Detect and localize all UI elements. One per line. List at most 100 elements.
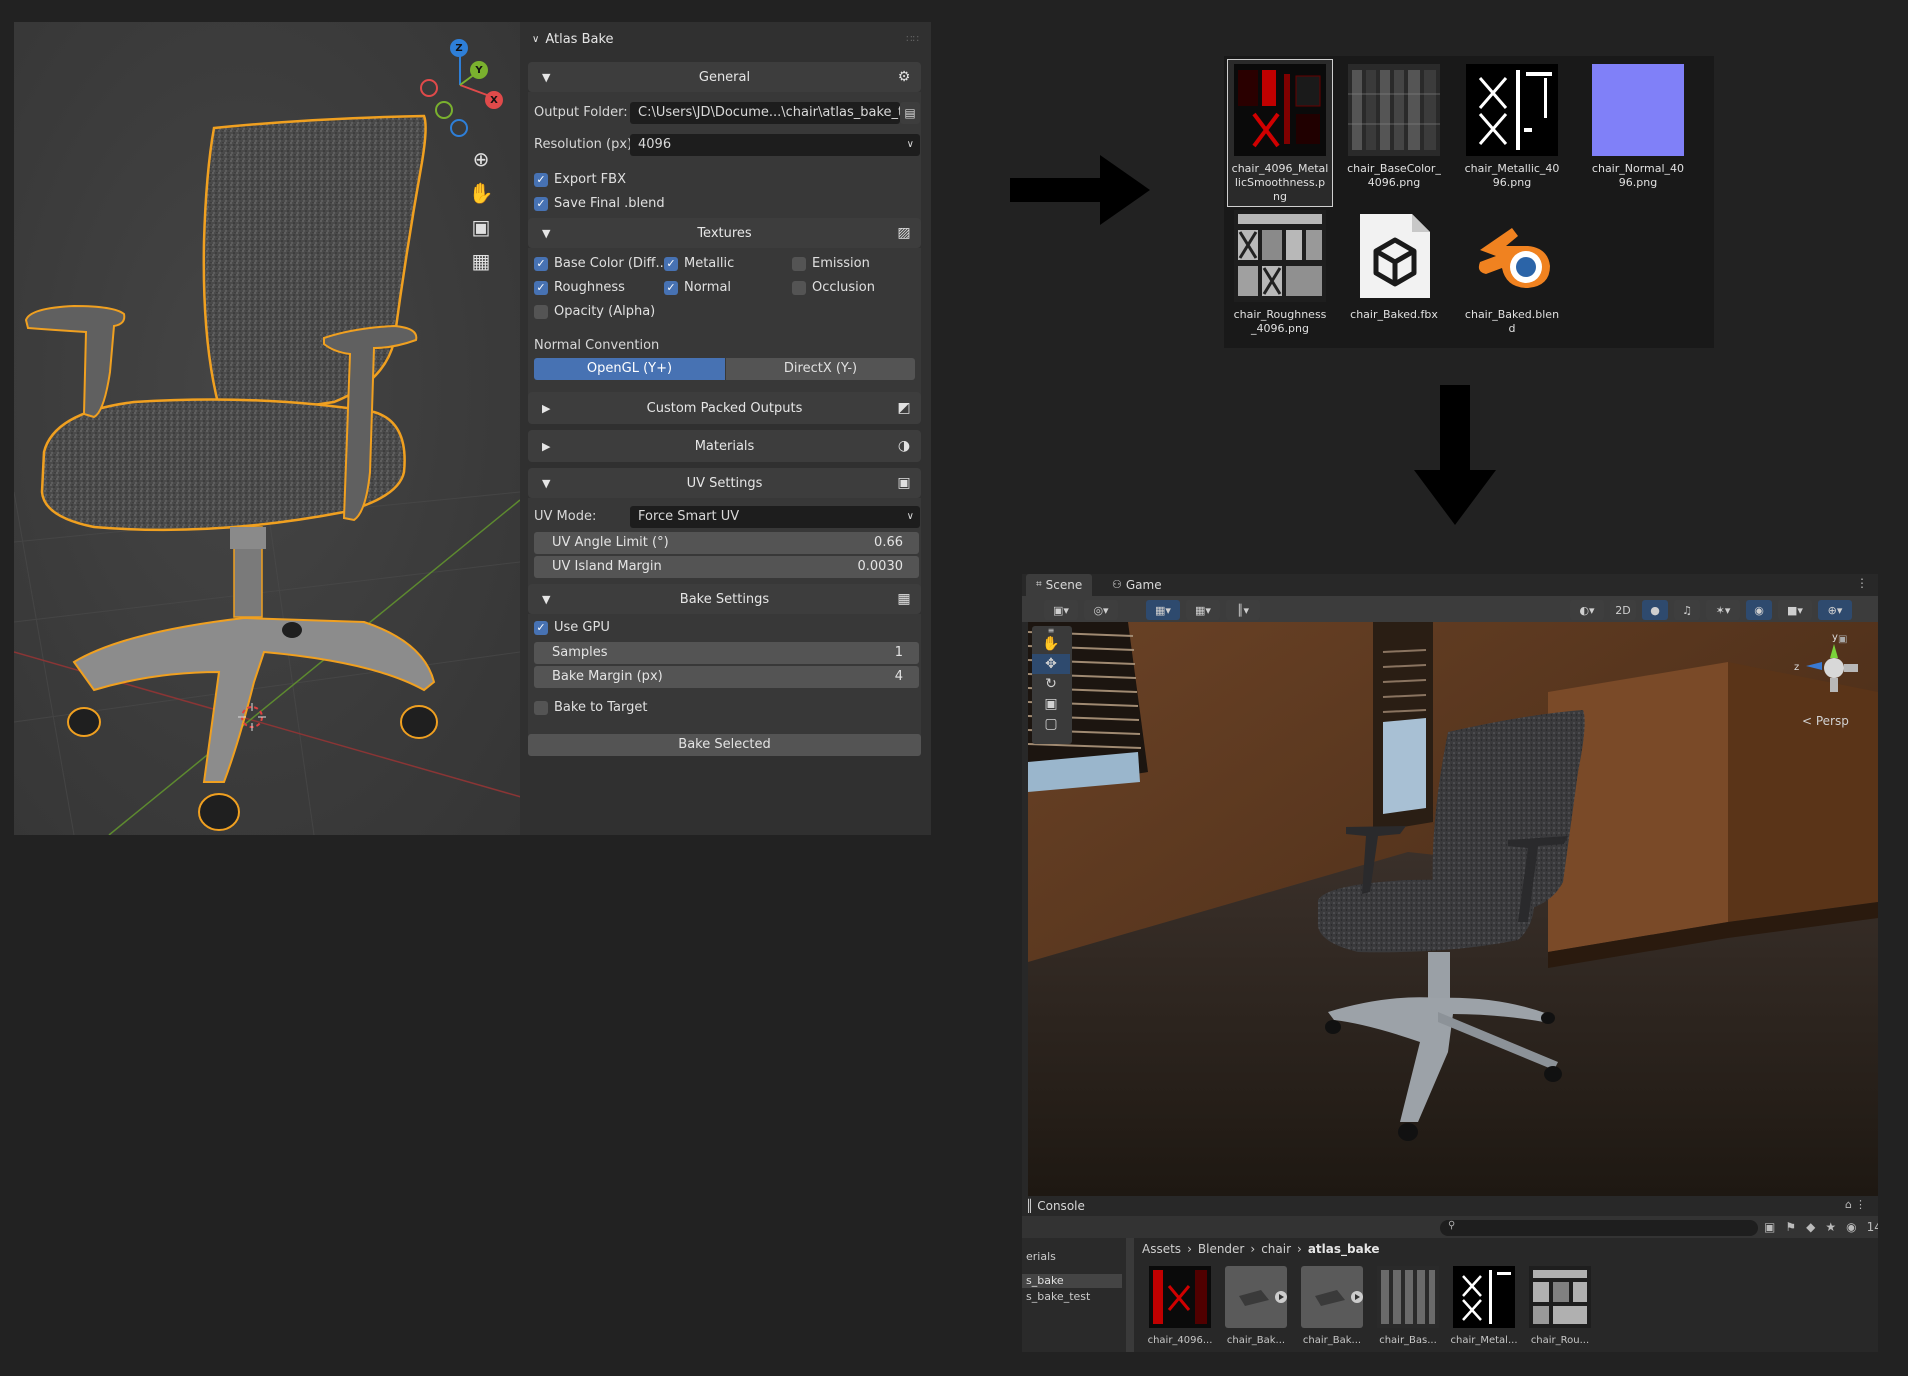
tree-item-materials[interactable]: erials [1026, 1250, 1056, 1263]
lock-icon[interactable]: ▣ [1838, 634, 1847, 645]
asset-item[interactable]: chair_Metal... [1448, 1266, 1520, 1346]
breadcrumb-item[interactable]: Assets [1142, 1242, 1181, 1256]
bake-settings-header[interactable]: ▼ Bake Settings ▦ [528, 584, 921, 614]
emission-checkbox[interactable]: Emission [792, 256, 870, 271]
uv-mode-dropdown[interactable]: Force Smart UV ∨ [630, 506, 920, 528]
textures-section-header[interactable]: ▼ Textures ▨ [528, 218, 921, 248]
file-item[interactable]: chair_BaseColor_ 4096.png [1342, 60, 1446, 206]
asset-item[interactable]: chair_Rou... [1524, 1266, 1596, 1346]
grid-toggle-icon[interactable]: ▦▾ [1186, 600, 1220, 620]
label-icon[interactable]: ◆ [1806, 1220, 1815, 1234]
opengl-toggle[interactable]: OpenGL (Y+) [534, 358, 725, 380]
hand-pan-icon[interactable]: ✋ [466, 178, 496, 208]
export-fbx-checkbox[interactable]: ✓ Export FBX [534, 172, 626, 187]
directx-toggle[interactable]: DirectX (Y-) [726, 358, 915, 380]
output-folder-field[interactable]: C:\Users\JD\Docume...\chair\atlas_bake_t… [630, 102, 900, 124]
opacity-checkbox[interactable]: Opacity (Alpha) [534, 304, 655, 319]
breadcrumb-item[interactable]: atlas_bake [1308, 1242, 1380, 1256]
lock-icon[interactable]: ⌂ [1845, 1198, 1852, 1211]
uv-island-margin-slider[interactable]: UV Island Margin 0.0030 [534, 556, 919, 578]
gizmo-y-axis[interactable]: Y [470, 61, 488, 79]
asset-item[interactable]: chair_Bas... [1372, 1266, 1444, 1346]
uv-icon[interactable]: ▣ [895, 474, 913, 492]
material-sphere-icon[interactable]: ◑ [895, 437, 913, 455]
navigation-gizmo[interactable]: Z Y X [409, 37, 504, 137]
file-item[interactable]: chair_Baked.blen d [1460, 206, 1564, 344]
asset-item[interactable]: chair_Bak... [1296, 1266, 1368, 1346]
grid-snap-icon[interactable]: ▦▾ [1146, 600, 1180, 620]
zoom-icon[interactable]: ⊕ [466, 144, 496, 174]
bake-icon[interactable]: ▦ [895, 590, 913, 608]
gizmos-icon[interactable]: ⊕▾ [1818, 600, 1852, 620]
gizmo-neg-y[interactable] [435, 101, 453, 119]
effects-icon[interactable]: ✶▾ [1706, 600, 1740, 620]
star-icon[interactable]: ★ [1825, 1220, 1836, 1234]
metallic-checkbox[interactable]: ✓ Metallic [664, 256, 734, 271]
2d-toggle-button[interactable]: 2D [1610, 600, 1636, 620]
unity-scene-view[interactable]: ≡ ✋ ✥ ↻ ▣ ▢ y z ▣ < Persp [1028, 622, 1878, 1196]
move-tool-icon[interactable]: ✥ [1032, 654, 1070, 674]
base-color-checkbox[interactable]: ✓ Base Color (Diff... [534, 256, 668, 271]
palette-drag-handle-icon[interactable]: ≡ [1032, 626, 1070, 635]
more-options-icon[interactable]: ⋮ [1855, 1198, 1866, 1211]
increment-snap-icon[interactable]: ║▾ [1226, 600, 1260, 620]
asset-item[interactable]: chair_4096... [1144, 1266, 1216, 1346]
console-tab[interactable]: ║ Console [1022, 1196, 1878, 1216]
tree-item-atlas-bake-test[interactable]: s_bake_test [1026, 1290, 1090, 1303]
breadcrumb-item[interactable]: chair [1261, 1242, 1291, 1256]
blender-3d-viewport[interactable]: Z Y X ⊕ ✋ ▣ ▦ [14, 22, 520, 835]
rect-tool-icon[interactable]: ▢ [1032, 714, 1070, 734]
tab-scene[interactable]: ⌗ Scene [1026, 574, 1093, 596]
roughness-checkbox[interactable]: ✓ Roughness [534, 280, 625, 295]
file-item[interactable]: chair_Baked.fbx [1342, 206, 1446, 344]
use-gpu-checkbox[interactable]: ✓ Use GPU [534, 620, 610, 635]
eye-icon[interactable]: ◉ [1846, 1220, 1856, 1234]
breadcrumb-item[interactable]: Blender [1198, 1242, 1245, 1256]
normal-checkbox[interactable]: ✓ Normal [664, 280, 731, 295]
folder-browse-icon[interactable]: ▤ [900, 102, 920, 124]
resolution-dropdown[interactable]: 4096 ∨ [630, 134, 920, 156]
rotate-tool-icon[interactable]: ↻ [1032, 674, 1070, 694]
save-final-blend-checkbox[interactable]: ✓ Save Final .blend [534, 196, 665, 211]
file-item[interactable]: chair_Normal_40 96.png [1586, 60, 1690, 206]
tree-item-atlas-bake[interactable]: s_bake [1022, 1274, 1122, 1288]
general-section-header[interactable]: ▼ General ⚙ [528, 62, 921, 92]
filter-icon[interactable]: ⚑ [1785, 1220, 1796, 1234]
office-chair-model[interactable] [14, 22, 520, 835]
shading-mode-icon[interactable]: ◐▾ [1570, 600, 1604, 620]
drag-handle-icon[interactable]: ∷∷ [906, 34, 919, 45]
gizmo-neg-x[interactable] [420, 79, 438, 97]
audio-toggle-icon[interactable]: ♫ [1674, 600, 1700, 620]
globe-icon[interactable]: ◎▾ [1084, 600, 1118, 620]
occlusion-checkbox[interactable]: Occlusion [792, 280, 875, 295]
scene-orientation-gizmo[interactable]: y z [1788, 628, 1868, 708]
draw-mode-icon[interactable]: ▣▾ [1044, 600, 1078, 620]
atlas-bake-header[interactable]: ∨ Atlas Bake [532, 32, 614, 47]
scale-tool-icon[interactable]: ▣ [1032, 694, 1070, 714]
gear-icon[interactable]: ⚙ [895, 68, 913, 86]
hand-tool-icon[interactable]: ✋ [1032, 634, 1070, 654]
camera-icon[interactable]: ■▾ [1778, 600, 1812, 620]
image-icon[interactable]: ▨ [895, 224, 913, 242]
gizmo-x-axis[interactable]: X [485, 91, 503, 109]
bake-selected-button[interactable]: Bake Selected [528, 734, 921, 756]
search-input[interactable]: ⚲ [1440, 1220, 1758, 1236]
tree-scrollbar[interactable] [1126, 1238, 1134, 1352]
search-by-type-icon[interactable]: ▣ [1764, 1220, 1775, 1234]
bake-margin-slider[interactable]: Bake Margin (px) 4 [534, 666, 919, 688]
asset-item[interactable]: chair_Bak... [1220, 1266, 1292, 1346]
file-item[interactable]: chair_4096_Metal licSmoothness.p ng [1227, 59, 1333, 207]
uv-settings-header[interactable]: ▼ UV Settings ▣ [528, 468, 921, 498]
custom-packed-outputs-header[interactable]: ▶ Custom Packed Outputs ◩ [528, 392, 921, 424]
file-item[interactable]: chair_Roughness _4096.png [1228, 206, 1332, 344]
packed-texture-icon[interactable]: ◩ [895, 399, 913, 417]
tab-game[interactable]: ⚇ Game [1102, 574, 1172, 596]
uv-angle-limit-slider[interactable]: UV Angle Limit (°) 0.66 [534, 532, 919, 554]
gizmo-neg-z[interactable] [450, 119, 468, 137]
materials-header[interactable]: ▶ Materials ◑ [528, 430, 921, 462]
camera-view-icon[interactable]: ▣ [466, 212, 496, 242]
persp-label[interactable]: < Persp [1802, 714, 1849, 728]
more-options-icon[interactable]: ⋮ [1856, 576, 1868, 590]
hidden-objects-icon[interactable]: ◉ [1746, 600, 1772, 620]
samples-slider[interactable]: Samples 1 [534, 642, 919, 664]
